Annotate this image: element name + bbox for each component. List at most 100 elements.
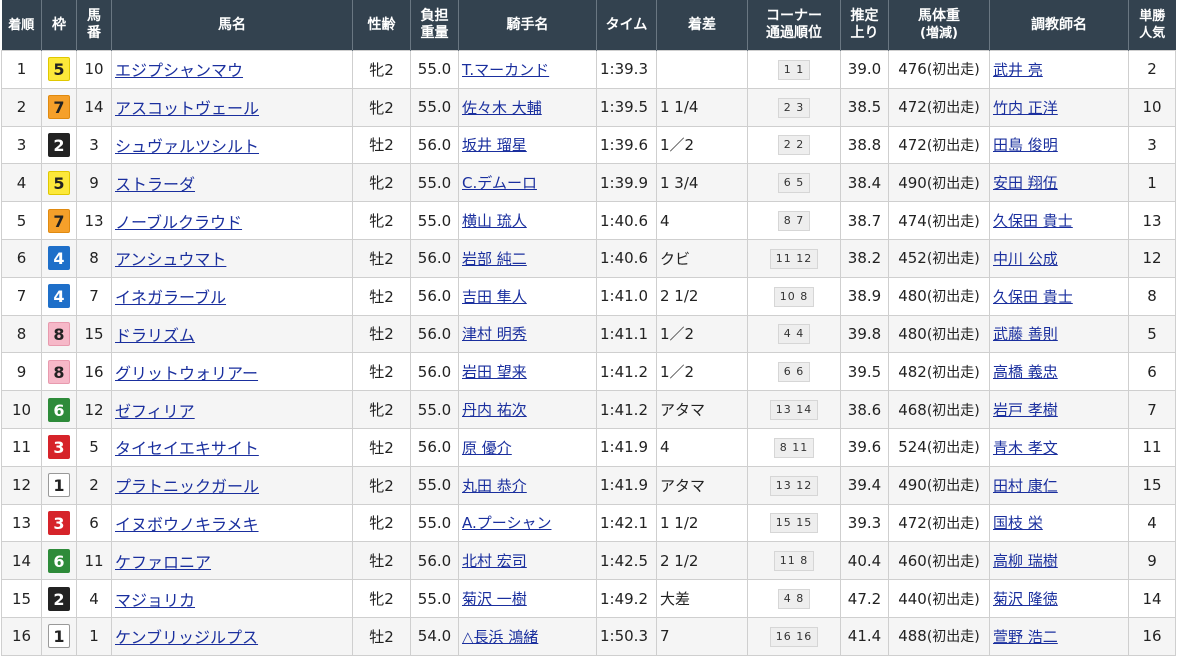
sexage-cell: 牡2	[352, 616, 411, 656]
jockey-name-link[interactable]: C.デムーロ	[462, 174, 537, 192]
horse-cell: ゼフィリア	[111, 390, 353, 429]
weight-cell: 55.0	[410, 87, 459, 127]
horse-cell: イヌボウノキラメキ	[111, 503, 353, 543]
body-weight-diff: (初出走)	[926, 553, 980, 570]
trainer-name-link[interactable]: 岩戸 孝樹	[993, 401, 1058, 419]
sex-age: 牝2	[369, 401, 394, 420]
time-cell: 1:41.2	[596, 352, 657, 392]
rank: 2	[16, 98, 27, 117]
finish-time: 1:41.2	[600, 400, 648, 419]
last3f-cell: 38.4	[840, 163, 889, 203]
carried-weight: 56.0	[417, 249, 452, 268]
horse-name-link[interactable]: グリットウォリアー	[115, 364, 258, 383]
last-3f: 39.6	[847, 438, 882, 457]
waku-cell: 8	[41, 352, 77, 392]
horse-name-link[interactable]: アスコットヴェール	[115, 99, 259, 118]
header-horse: 馬名	[111, 0, 353, 51]
horse-name-link[interactable]: マジョリカ	[115, 591, 195, 610]
trainer-name-link[interactable]: 田島 俊明	[993, 136, 1058, 154]
trainer-name-link[interactable]: 高橋 義忠	[993, 363, 1058, 381]
horse-name-link[interactable]: イヌボウノキラメキ	[115, 515, 259, 534]
win-popularity: 11	[1142, 438, 1162, 457]
trainer-name-link[interactable]: 安田 翔伍	[993, 174, 1058, 192]
finish-time: 1:41.2	[600, 362, 648, 381]
horse-cell: タイセイエキサイト	[111, 427, 353, 467]
jockey-name-link[interactable]: 岩田 望来	[462, 363, 527, 381]
trainer-name-link[interactable]: 中川 公成	[993, 250, 1058, 268]
waku-badge: 6	[48, 397, 70, 422]
trainer-name-link[interactable]: 田村 康仁	[993, 477, 1058, 495]
horse-cell: エジプシャンマウ	[111, 50, 353, 89]
trainer-name-link[interactable]: 武藤 善則	[993, 325, 1058, 343]
win-popularity: 5	[1147, 324, 1157, 343]
horse-name-link[interactable]: プラトニックガール	[115, 477, 259, 496]
jockey-name-link[interactable]: 原 優介	[462, 439, 512, 457]
popularity-cell: 7	[1128, 390, 1176, 429]
trainer-name-link[interactable]: 国枝 栄	[993, 514, 1043, 532]
jockey-name-link[interactable]: 坂井 瑠星	[462, 136, 527, 154]
jockey-name-link[interactable]: T.マーカンド	[462, 61, 549, 79]
body-weight-diff: (初出走)	[926, 478, 980, 495]
margin-cell: 1 1/2	[656, 503, 748, 543]
trainer-name-link[interactable]: 武井 亮	[993, 61, 1043, 79]
jockey-name-link[interactable]: 横山 琉人	[462, 212, 527, 230]
waku-cell: 2	[41, 125, 77, 165]
horse-name-link[interactable]: シュヴァルツシルト	[115, 137, 259, 156]
horse-name-link[interactable]: ゼフィリア	[115, 402, 195, 421]
margin-cell: アタマ	[656, 390, 748, 429]
finish-time: 1:50.3	[600, 627, 648, 646]
sexage-cell: 牝2	[352, 503, 411, 543]
corner-positions: 11 8	[773, 551, 815, 572]
horse-name-link[interactable]: エジプシャンマウ	[115, 61, 243, 80]
last3f-cell: 39.8	[840, 314, 889, 354]
weight-cell: 55.0	[410, 503, 459, 543]
time-cell: 1:41.9	[596, 465, 657, 505]
horse-cell: プラトニックガール	[111, 465, 353, 505]
jockey-name-link[interactable]: A.プーシャン	[462, 514, 551, 532]
time-cell: 1:41.1	[596, 314, 657, 354]
body-weight: 472	[898, 98, 927, 117]
trainer-cell: 高柳 瑞樹	[989, 541, 1129, 581]
trainer-name-link[interactable]: 竹内 正洋	[993, 99, 1058, 117]
jockey-name-link[interactable]: 北村 宏司	[462, 552, 527, 570]
jockey-name-link[interactable]: 吉田 隼人	[462, 288, 527, 306]
jockey-name-link[interactable]: 丸田 恭介	[462, 477, 527, 495]
horse-name-link[interactable]: アンシュウマト	[115, 250, 226, 269]
rank-cell: 9	[1, 352, 42, 392]
carried-weight: 55.0	[417, 211, 452, 230]
sexage-cell: 牝2	[352, 50, 411, 89]
jockey-name-link[interactable]: 菊沢 一樹	[462, 590, 527, 608]
waku-cell: 4	[41, 238, 77, 278]
horse-name-link[interactable]: タイセイエキサイト	[115, 439, 259, 458]
jockey-name-link[interactable]: 岩部 純二	[462, 250, 527, 268]
trainer-name-link[interactable]: 青木 孝文	[993, 439, 1058, 457]
rank: 10	[11, 400, 32, 419]
trainer-cell: 竹内 正洋	[989, 87, 1129, 127]
body-weight-diff: (初出走)	[926, 402, 980, 419]
jockey-name-link[interactable]: 丹内 祐次	[462, 401, 527, 419]
last3f-cell: 47.2	[840, 579, 889, 618]
trainer-name-link[interactable]: 菊沢 隆徳	[993, 590, 1058, 608]
horse-name-link[interactable]: ストラーダ	[115, 175, 195, 194]
body-weight-diff: (初出走)	[926, 289, 980, 306]
weight-cell: 56.0	[410, 427, 459, 467]
waku-cell: 3	[41, 427, 77, 467]
last-3f: 41.4	[847, 627, 882, 646]
horse-name-link[interactable]: ケンブリッジルプス	[115, 628, 258, 647]
horse-name-link[interactable]: イネガラーブル	[115, 288, 226, 307]
trainer-name-link[interactable]: 久保田 貴士	[993, 288, 1073, 306]
popularity-cell: 13	[1128, 201, 1176, 240]
horse-name-link[interactable]: ノーブルクラウド	[115, 213, 242, 232]
jockey-name-link[interactable]: 佐々木 大輔	[462, 99, 542, 117]
horse-name-link[interactable]: ドラリズム	[115, 326, 195, 345]
finish-time: 1:41.1	[600, 324, 648, 343]
body-weight-cell: 480(初出走)	[888, 276, 990, 316]
trainer-cell: 高橋 義忠	[989, 352, 1129, 392]
horse-name-link[interactable]: ケファロニア	[115, 553, 211, 572]
jockey-name-link[interactable]: △長浜 鴻緒	[462, 628, 538, 646]
trainer-name-link[interactable]: 久保田 貴士	[993, 212, 1073, 230]
jockey-name-link[interactable]: 津村 明秀	[462, 325, 527, 343]
trainer-name-link[interactable]: 高柳 瑞樹	[993, 552, 1058, 570]
waku-badge: 8	[48, 359, 70, 384]
trainer-name-link[interactable]: 萱野 浩二	[993, 628, 1058, 646]
